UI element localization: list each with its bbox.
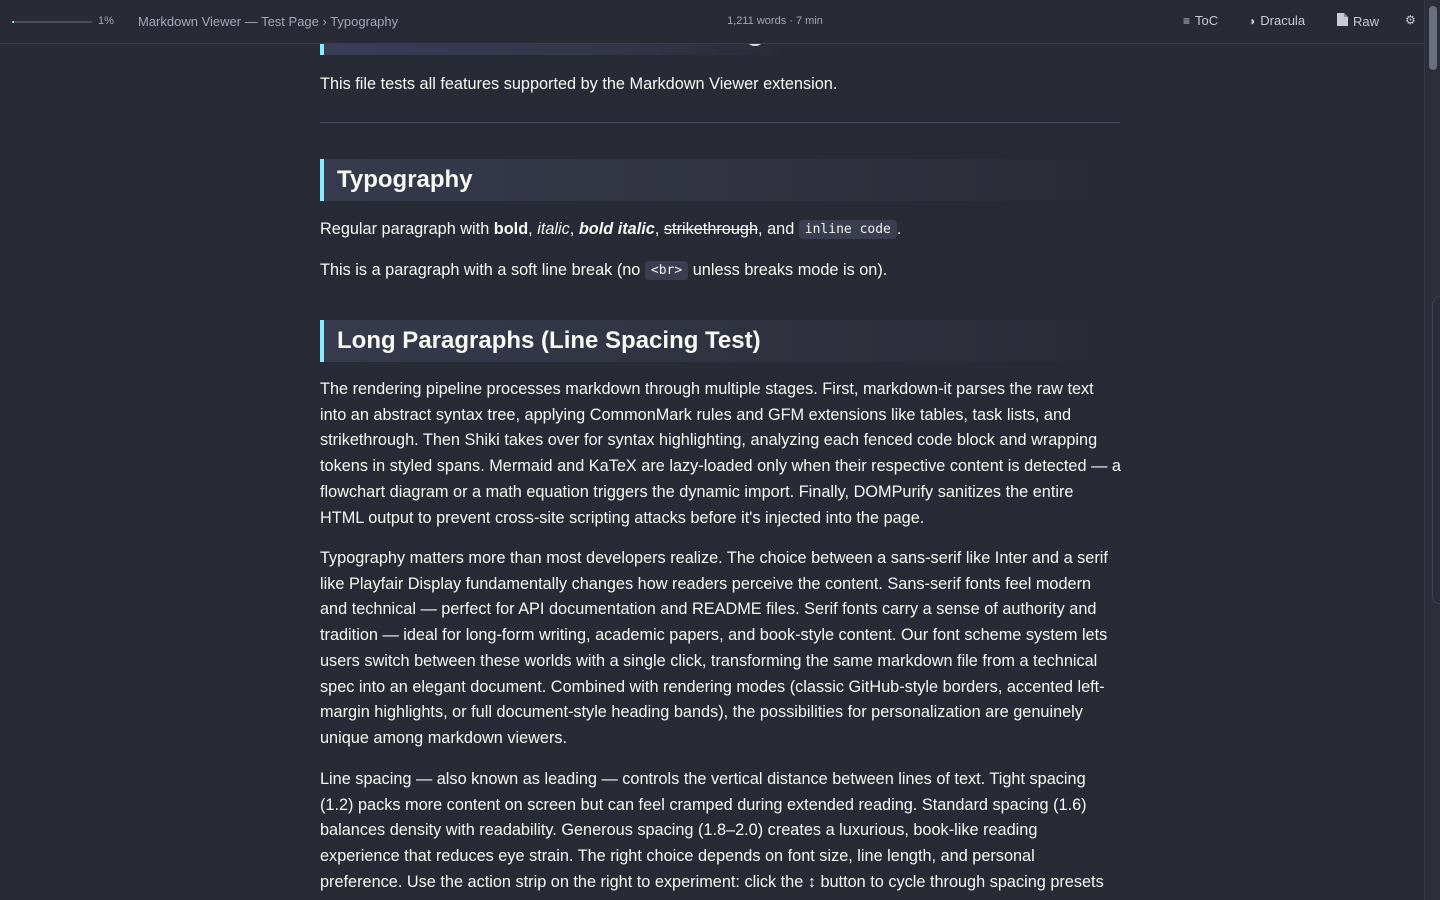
paragraph-line: users switch between these worlds with a… <box>320 651 1098 670</box>
paragraph-line: and technical — perfect for API document… <box>320 600 1097 619</box>
paragraph-line: flowchart diagram or a math equation tri… <box>320 482 1074 501</box>
typography-matters-paragraph: Typography matters more than most develo… <box>320 546 1125 752</box>
paragraph-line: balances density with readability. Gener… <box>320 821 1038 840</box>
line-spacing-paragraph: Line spacing — also known as leading — c… <box>320 767 1125 896</box>
breadcrumb: Markdown Viewer — Test Page › Typography <box>138 14 399 29</box>
pipeline-paragraph: The rendering pipeline processes markdow… <box>320 377 1125 531</box>
heading-long-paragraphs: Long Paragraphs (Line Spacing Test) <box>320 320 1120 362</box>
theme-button[interactable]: ◑ Dracula <box>1248 13 1305 28</box>
paragraph-line: into an abstract syntax tree, applying C… <box>320 405 1072 424</box>
paragraph-line: experience that reduces eye strain. The … <box>320 847 1035 866</box>
paragraph-line: unique among markdown viewers. <box>320 728 568 747</box>
file-icon <box>1337 13 1348 29</box>
typography-paragraph: Regular paragraph with bold, italic, bol… <box>320 218 901 242</box>
strikethrough-text: strikethrough <box>663 220 759 238</box>
paragraph-line: tokens in styled spans. Mermaid and KaTe… <box>320 457 1121 476</box>
horizontal-rule <box>320 122 1120 123</box>
intro-paragraph: This file tests all features supported b… <box>320 75 838 93</box>
text-run: . <box>896 220 902 238</box>
text-run: Regular paragraph with <box>320 220 494 238</box>
paragraph-line: The rendering pipeline processes markdow… <box>320 380 1094 398</box>
progress-track <box>12 21 92 23</box>
paragraph-line: margin highlights, or full document-styl… <box>320 703 1083 722</box>
raw-button-label: Raw <box>1353 13 1380 29</box>
text-run: , <box>654 220 664 238</box>
settings-button[interactable]: ⚙ <box>1405 13 1416 27</box>
theme-button-label: Dracula <box>1260 13 1306 28</box>
paragraph-line: Typography matters more than most develo… <box>320 549 1108 567</box>
paragraph-line: strikethrough. Then Shiki takes over for… <box>320 431 1098 450</box>
bold-text: bold <box>493 220 529 238</box>
paragraph-line: tradition — ideal for long-form writing,… <box>320 626 1108 645</box>
text-run: This is a paragraph with a soft line bre… <box>320 261 645 279</box>
scrollbar-thumb[interactable] <box>1429 6 1437 70</box>
paragraph-line: HTML output to prevent cross-site script… <box>320 508 925 527</box>
text-run: , <box>528 220 538 238</box>
text-run: unless breaks mode is on). <box>688 261 888 279</box>
italic-text: italic <box>537 220 570 238</box>
toc-button-label: ToC <box>1195 13 1219 28</box>
inline-code: inline code <box>798 220 897 239</box>
reading-progress <box>12 21 92 23</box>
progress-percent: 1% <box>98 15 114 27</box>
paragraph-line: spec into an elegant document. Combined … <box>320 677 1105 696</box>
heading-typography: Typography <box>320 159 1120 201</box>
progress-fill <box>12 21 14 23</box>
paragraph-line: preference. Use the action strip on the … <box>320 872 1104 891</box>
text-run: , <box>569 220 579 238</box>
gear-icon: ⚙ <box>1405 13 1416 27</box>
text-run: , and <box>758 220 799 238</box>
word-count-stats: 1,211 words · 7 min <box>727 15 823 27</box>
paragraph-line: (1.2) packs more content on screen but c… <box>320 795 1087 814</box>
bold-italic-text: bold italic <box>578 220 655 238</box>
toc-button[interactable]: ≡ ToC <box>1183 13 1218 28</box>
contrast-icon: ◑ <box>1248 13 1256 28</box>
action-strip-edge[interactable] <box>1432 296 1440 604</box>
raw-button[interactable]: Raw <box>1337 13 1379 29</box>
inline-code: <br> <box>644 261 689 280</box>
list-icon: ≡ <box>1183 13 1191 28</box>
paragraph-line: like Playfair Display fundamentally chan… <box>320 574 1092 593</box>
top-bar: 1% Markdown Viewer — Test Page › Typogra… <box>0 0 1424 44</box>
paragraph-line: Line spacing — also known as leading — c… <box>320 770 1086 788</box>
soft-break-paragraph: This is a paragraph with a soft line bre… <box>320 259 887 283</box>
